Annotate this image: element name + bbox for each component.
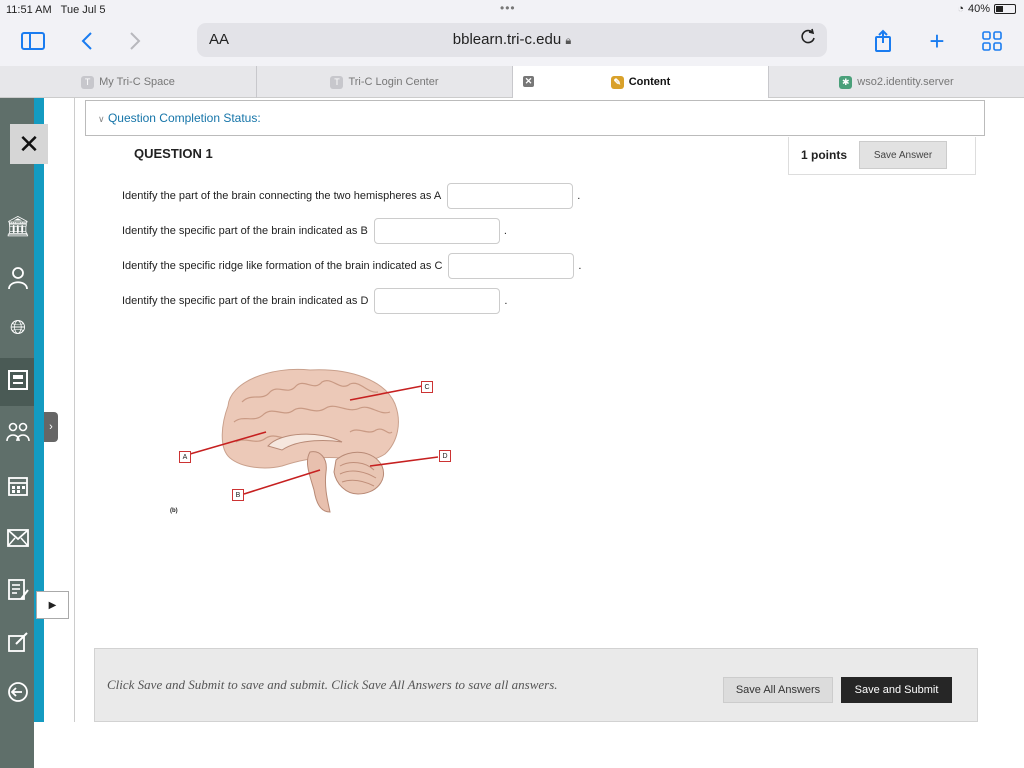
question-completion-status[interactable]: ∨ Question Completion Status: [85, 100, 985, 136]
save-answer-button[interactable]: Save Answer [859, 141, 947, 169]
prompt-period: . [578, 260, 582, 272]
wifi-icon: ◔ [957, 3, 964, 15]
question-row-b: Identify the specific part of the brain … [122, 218, 507, 244]
prompt-c-text: Identify the specific ridge like formati… [122, 260, 443, 272]
pointer-d-line [369, 456, 439, 467]
multitasking-dots[interactable]: ••• [500, 1, 516, 15]
pencil-favicon: ✎ [610, 75, 624, 89]
tab-label: wso2.identity.server [857, 76, 954, 88]
pointer-b-line [243, 469, 321, 495]
tab-tri-c-login-center[interactable]: T Tri-C Login Center [257, 66, 513, 98]
submit-footer: Click Save and Submit to save and submit… [94, 648, 978, 722]
question-row-d: Identify the specific part of the brain … [122, 288, 507, 314]
figure-label-a: A [179, 451, 191, 463]
answer-d-input[interactable] [374, 288, 501, 314]
tri-c-favicon: T [81, 75, 95, 89]
lock-icon: 🔒︎ [565, 35, 572, 47]
institution-icon[interactable]: 🏛︎ [4, 212, 32, 240]
tabs-overview-icon[interactable] [977, 27, 1007, 55]
forward-icon[interactable] [120, 27, 150, 55]
brain-diagram: A B C D (b) [170, 362, 470, 522]
battery-icon [994, 4, 1016, 14]
grades-icon[interactable] [4, 576, 32, 604]
figure-label-c: C [421, 381, 433, 393]
prompt-period: . [504, 295, 508, 307]
globe-icon[interactable]: 🌐︎ [4, 314, 32, 342]
completion-status-label: Question Completion Status: [107, 111, 261, 125]
address-bar[interactable]: AA bblearn.tri-c.edu 🔒︎ [197, 23, 827, 57]
points-label: 1 points [801, 148, 848, 162]
back-icon[interactable] [72, 27, 102, 55]
tab-content[interactable]: ✕ ✎ Content [513, 66, 769, 98]
tab-bar: T My Tri-C Space T Tri-C Login Center ✕ … [0, 66, 1024, 98]
share-icon[interactable] [868, 27, 898, 55]
wso2-favicon: ✱ [839, 75, 853, 89]
new-tab-icon[interactable]: + [922, 26, 952, 56]
close-tab-icon[interactable]: ✕ [523, 76, 534, 87]
figure-caption: (b) [170, 508, 178, 514]
answer-b-input[interactable] [373, 218, 500, 244]
prompt-period: . [503, 225, 507, 237]
url-text: bblearn.tri-c.edu [452, 31, 562, 48]
answer-c-input[interactable] [448, 253, 575, 279]
tab-label: Content [628, 76, 671, 88]
browser-toolbar: AA bblearn.tri-c.edu 🔒︎ + [0, 20, 1024, 66]
messages-icon[interactable] [4, 524, 32, 552]
tab-label: Tri-C Login Center [348, 76, 439, 88]
question-title: QUESTION 1 [134, 146, 213, 161]
status-time: 11:51 AM Tue Jul 5 [6, 4, 106, 16]
save-all-answers-button[interactable]: Save All Answers [723, 677, 833, 703]
answer-a-input[interactable] [447, 183, 574, 209]
calendar-icon[interactable] [4, 472, 32, 500]
tools-icon[interactable] [4, 628, 32, 656]
play-icon[interactable]: ▶ [36, 591, 69, 619]
points-panel: 1 points Save Answer [788, 137, 976, 175]
battery-percent: 40% [967, 3, 990, 15]
question-row-c: Identify the specific ridge like formati… [122, 253, 581, 279]
groups-icon[interactable] [4, 418, 32, 446]
submit-instructions: Click Save and Submit to save and submit… [107, 677, 558, 692]
tab-my-tri-c-space[interactable]: T My Tri-C Space [0, 66, 257, 98]
figure-label-d: D [439, 450, 451, 462]
question-row-a: Identify the part of the brain connectin… [122, 183, 580, 209]
prompt-b-text: Identify the specific part of the brain … [122, 225, 368, 237]
courses-icon[interactable] [4, 366, 32, 394]
battery-indicator: ◔ 40% [957, 3, 1016, 15]
reload-icon[interactable] [799, 28, 817, 51]
profile-icon[interactable] [4, 264, 32, 292]
sign-out-icon[interactable] [4, 678, 32, 706]
status-bar: 11:51 AM Tue Jul 5 ••• ◔ 40% [0, 0, 1024, 20]
prompt-period: . [577, 190, 581, 202]
sidebar-icon[interactable] [18, 27, 48, 55]
tab-wso2-identity-server[interactable]: ✱ wso2.identity.server [769, 66, 1024, 98]
chevron-down-icon: ∨ [98, 114, 105, 124]
close-icon[interactable]: ✕ [10, 124, 48, 164]
sidebar-expand-tab[interactable]: › [44, 412, 58, 442]
save-and-submit-button[interactable]: Save and Submit [841, 677, 952, 703]
sidebar-accent-stripe [34, 98, 44, 722]
content-frame-border [74, 98, 75, 722]
figure-label-b: B [232, 489, 244, 501]
tri-c-favicon: T [330, 75, 344, 89]
prompt-d-text: Identify the specific part of the brain … [122, 295, 369, 307]
tab-label: My Tri-C Space [99, 76, 175, 88]
prompt-a-text: Identify the part of the brain connectin… [122, 190, 442, 202]
